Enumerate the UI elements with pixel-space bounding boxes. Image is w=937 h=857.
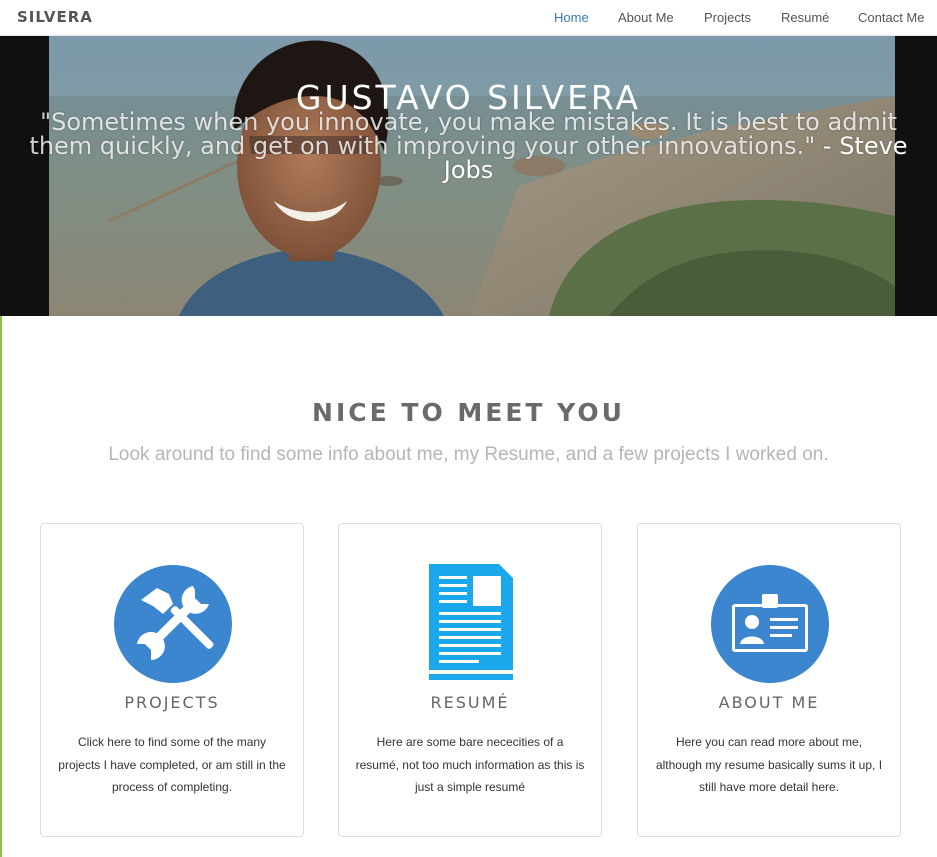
projects-card-text: Click here to find some of the many proj…	[58, 735, 286, 794]
top-navbar: SILVERA Home About Me Projects Resumé Co…	[0, 0, 937, 36]
nav-home[interactable]: Home	[554, 10, 589, 25]
quote-text: "Sometimes when you innovate, you make m…	[29, 108, 897, 160]
about-me-card[interactable]: ABOUT ME Here you can read more about me…	[637, 523, 901, 837]
about-me-card-text: Here you can read more about me, althoug…	[655, 735, 883, 794]
document-icon	[429, 564, 513, 680]
nav-projects[interactable]: Projects	[704, 10, 751, 25]
resume-card[interactable]: RESUMÉ Here are some bare nececities of …	[338, 523, 602, 837]
resume-card-text: Here are some bare nececities of a resum…	[355, 735, 585, 794]
nav-about-me[interactable]: About Me	[618, 10, 674, 25]
nav-contact-me[interactable]: Contact Me	[858, 10, 924, 25]
id-badge-icon	[711, 565, 829, 683]
welcome-title: NICE TO MEET YOU	[312, 398, 625, 427]
welcome-subtitle: Look around to find some info about me, …	[108, 444, 829, 465]
hero-banner: GUSTAVO SILVERA "Sometimes when you inno…	[0, 36, 937, 316]
brand-logo[interactable]: SILVERA	[17, 8, 93, 26]
tools-icon	[114, 565, 232, 683]
hero-quote: "Sometimes when you innovate, you make m…	[20, 110, 917, 182]
resume-card-title: RESUMÉ	[430, 693, 510, 712]
projects-card[interactable]: PROJECTS Click here to find some of the …	[40, 523, 304, 837]
nav-resume[interactable]: Resumé	[781, 10, 829, 25]
about-me-card-title: ABOUT ME	[718, 693, 820, 712]
projects-card-title: PROJECTS	[124, 693, 220, 712]
